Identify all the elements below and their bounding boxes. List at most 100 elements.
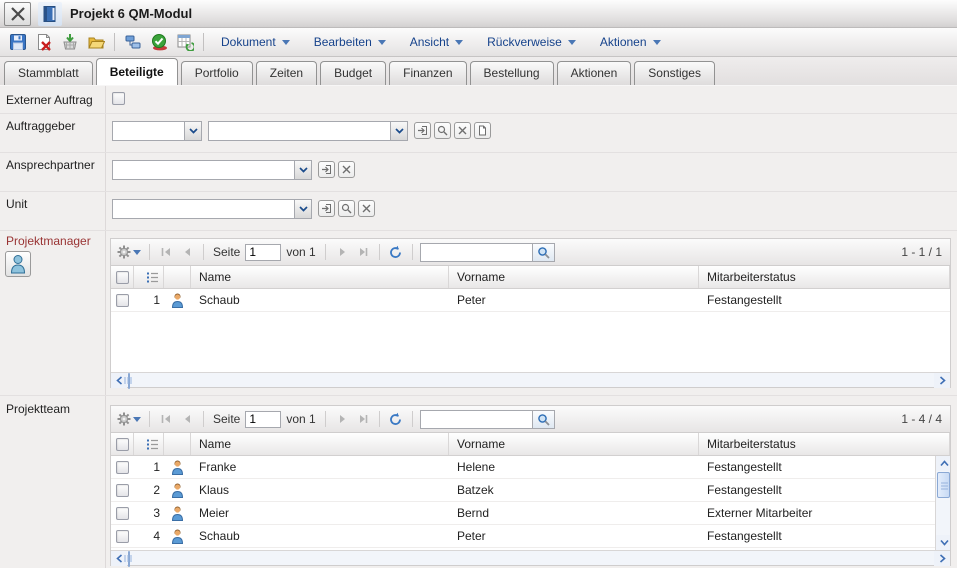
menu-ansicht[interactable]: Ansicht: [398, 30, 475, 54]
last-page-button[interactable]: [354, 243, 372, 261]
column-header-mitarbeiterstatus[interactable]: Mitarbeiterstatus: [699, 266, 950, 288]
scroll-right-icon[interactable]: [934, 551, 950, 566]
row-checkbox[interactable]: [116, 294, 129, 307]
select-all-checkbox[interactable]: [116, 438, 129, 451]
tab-beteiligte[interactable]: Beteiligte: [96, 58, 178, 85]
clear-button[interactable]: [338, 161, 355, 178]
scrollbar-thumb[interactable]: [128, 373, 130, 389]
page-input[interactable]: [245, 411, 281, 428]
goto-record-button[interactable]: [414, 122, 431, 139]
delete-document-button[interactable]: [31, 30, 57, 54]
scroll-up-icon[interactable]: [936, 456, 950, 471]
column-header-vorname[interactable]: Vorname: [449, 433, 699, 455]
select-all-checkbox-cell[interactable]: [111, 433, 134, 455]
grid-settings-button[interactable]: [116, 410, 142, 428]
save-button[interactable]: [5, 30, 31, 54]
grid-search-input[interactable]: [420, 243, 532, 262]
grid-search-button[interactable]: [532, 410, 555, 429]
chevron-down-icon[interactable]: [390, 122, 407, 140]
search-lookup-button[interactable]: [338, 200, 355, 217]
page-input[interactable]: [245, 244, 281, 261]
table-refresh-button[interactable]: [172, 30, 198, 54]
prev-page-button[interactable]: [178, 243, 196, 261]
goto-record-button[interactable]: [318, 200, 335, 217]
grid-settings-button[interactable]: [116, 243, 142, 261]
select-all-checkbox-cell[interactable]: [111, 266, 134, 288]
scroll-right-icon[interactable]: [934, 373, 950, 388]
grid-search-button[interactable]: [532, 243, 555, 262]
clear-button[interactable]: [454, 122, 471, 139]
column-header-vorname[interactable]: Vorname: [449, 266, 699, 288]
next-page-button[interactable]: [333, 410, 351, 428]
row-checkbox[interactable]: [116, 507, 129, 520]
ansprechpartner-combobox[interactable]: [112, 160, 312, 180]
row-checkbox[interactable]: [116, 484, 129, 497]
grid-search-input[interactable]: [420, 410, 532, 429]
clear-button[interactable]: [358, 200, 375, 217]
table-row[interactable]: 3 Meier Bernd Externer Mitarbeiter: [111, 502, 935, 525]
column-header-mitarbeiterstatus[interactable]: Mitarbeiterstatus: [699, 433, 950, 455]
search-lookup-button[interactable]: [434, 122, 451, 139]
tab-zeiten[interactable]: Zeiten: [256, 61, 317, 85]
row-checkbox[interactable]: [116, 530, 129, 543]
projektteam-grid-header: Name Vorname Mitarbeiterstatus: [111, 433, 950, 456]
chevron-down-icon[interactable]: [184, 122, 201, 140]
column-header-name[interactable]: Name: [191, 433, 449, 455]
scrollbar-thumb[interactable]: [937, 472, 950, 498]
auftraggeber-combobox[interactable]: [208, 121, 408, 141]
tab-aktionen[interactable]: Aktionen: [557, 61, 632, 85]
row-checkbox[interactable]: [116, 461, 129, 474]
unit-label: Unit: [6, 197, 27, 211]
import-basket-button[interactable]: [57, 30, 83, 54]
prev-page-button[interactable]: [178, 410, 196, 428]
table-row[interactable]: 1 Schaub Peter Festangestellt: [111, 289, 950, 312]
unit-combobox[interactable]: [112, 199, 312, 219]
open-folder-button[interactable]: [83, 30, 109, 54]
hierarchy-button[interactable]: [120, 30, 146, 54]
table-row[interactable]: 2 Klaus Batzek Festangestellt: [111, 479, 935, 502]
next-page-button[interactable]: [333, 243, 351, 261]
tab-bestellung[interactable]: Bestellung: [470, 61, 554, 85]
tab-sonstiges[interactable]: Sonstiges: [634, 61, 715, 85]
table-row[interactable]: 1 Franke Helene Festangestellt: [111, 456, 935, 479]
scroll-down-icon[interactable]: [936, 535, 950, 550]
refresh-button[interactable]: [387, 243, 405, 261]
tab-finanzen[interactable]: Finanzen: [389, 61, 466, 85]
new-document-button[interactable]: [474, 122, 491, 139]
projektmanager-person-button[interactable]: [5, 251, 31, 277]
menu-bearbeiten[interactable]: Bearbeiten: [302, 30, 398, 54]
horizontal-scrollbar[interactable]: [111, 372, 950, 387]
vertical-scrollbar[interactable]: [935, 456, 950, 550]
auftraggeber-type-combobox[interactable]: [112, 121, 202, 141]
close-button[interactable]: [4, 2, 31, 26]
validate-button[interactable]: [146, 30, 172, 54]
refresh-button[interactable]: [387, 410, 405, 428]
icon-column-header[interactable]: [164, 433, 191, 455]
icon-column-header[interactable]: [164, 266, 191, 288]
table-row[interactable]: 4 Schaub Peter Festangestellt: [111, 525, 935, 548]
tab-budget[interactable]: Budget: [320, 61, 386, 85]
row-number-column-header[interactable]: [134, 266, 164, 288]
tab-stammblatt[interactable]: Stammblatt: [4, 61, 93, 85]
menu-aktionen[interactable]: Aktionen: [588, 30, 673, 54]
select-all-checkbox[interactable]: [116, 271, 129, 284]
menu-dokument[interactable]: Dokument: [209, 30, 302, 54]
chevron-down-icon[interactable]: [294, 200, 311, 218]
chevron-down-icon[interactable]: [294, 161, 311, 179]
row-number-column-header[interactable]: [134, 433, 164, 455]
clear-icon: [341, 164, 352, 175]
scrollbar-thumb[interactable]: [128, 551, 130, 567]
column-header-name[interactable]: Name: [191, 266, 449, 288]
first-page-button[interactable]: [157, 243, 175, 261]
horizontal-scrollbar[interactable]: [111, 550, 950, 565]
tab-portfolio[interactable]: Portfolio: [181, 61, 253, 85]
toolbar-separator: [325, 411, 326, 427]
cell-name: Schaub: [191, 529, 449, 543]
menu-rueckverweise[interactable]: Rückverweise: [475, 30, 588, 54]
externer-auftrag-checkbox[interactable]: [112, 92, 125, 105]
last-page-button[interactable]: [354, 410, 372, 428]
first-page-button[interactable]: [157, 410, 175, 428]
row-number: 2: [134, 483, 164, 497]
goto-record-button[interactable]: [318, 161, 335, 178]
cell-status: Festangestellt: [699, 460, 935, 474]
